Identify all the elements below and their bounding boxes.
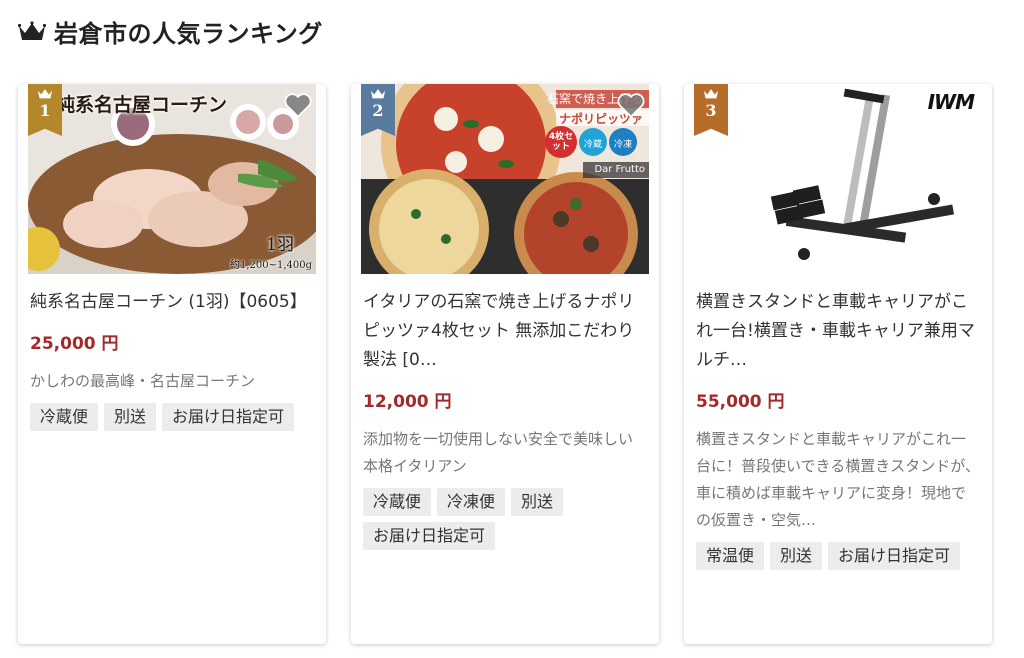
product-price: 55,000 円 [696,392,785,412]
tag-list: 冷蔵便 冷凍便 別送 お届け日指定可 [363,488,647,550]
tag-delivery-date: お届け日指定可 [162,403,295,431]
favorite-heart-icon[interactable] [617,92,645,122]
crown-icon [37,89,53,99]
tag-delivery-date: お届け日指定可 [828,542,961,570]
product-image-chicken[interactable]: 純系名古屋コーチン 1羽 約1,200~1,400g [28,84,316,274]
brand-logo: IWM [927,90,975,114]
rank-badge: 2 [361,84,395,136]
image-count: 1羽 [266,235,294,255]
crown-icon [18,20,46,43]
product-price: 12,000 円 [363,392,452,412]
tag-delivery-date: お届け日指定可 [363,522,496,550]
tag-separate-shipping: 別送 [104,403,157,431]
image-chilled-badge: 冷蔵 [583,140,602,150]
tag-chilled: 冷蔵便 [363,488,432,516]
product-title[interactable]: 純系名古屋コーチン (1羽)【0605】 [30,288,314,317]
tag-frozen: 冷凍便 [437,488,506,516]
product-title[interactable]: 横置きスタンドと車載キャリアがこれ一台!横置き・車載キャリア兼用マルチ… [696,288,980,375]
product-image-stand[interactable]: IWM [694,84,982,274]
rank-number: 1 [39,101,51,120]
ranking-card-3[interactable]: IWM 3 横置きスタンドと車載キャリアがこれ一台!横置き・車載キャリア兼用マル… [684,84,992,644]
tag-list: 常温便 別送 お届け日指定可 [696,542,980,570]
product-description: 横置きスタンドと車載キャリアがこれ一台に！普段使いできる横置きスタンドが、車に積… [696,430,980,529]
crown-icon [703,89,719,99]
image-brand: Dar Frutto [594,164,645,175]
image-weight: 約1,200~1,400g [229,260,312,271]
rank-badge: 1 [28,84,62,136]
tag-chilled: 冷蔵便 [30,403,99,431]
tag-separate-shipping: 別送 [770,542,823,570]
product-price: 25,000 円 [30,334,119,354]
section-title: 岩倉市の人気ランキング [54,20,323,48]
image-set-badge: 4枚セット [548,132,574,152]
tag-room-temp: 常温便 [696,542,765,570]
ranking-card-2[interactable]: 石窯で焼き上げる ナポリピッツァ 4枚セット 冷蔵 冷凍 Dar Frutto … [351,84,659,644]
ranking-list: 純系名古屋コーチン 1羽 約1,200~1,400g 1 純系名古屋コーチン (… [18,84,992,644]
product-image-pizza[interactable]: 石窯で焼き上げる ナポリピッツァ 4枚セット 冷蔵 冷凍 Dar Frutto [361,84,649,274]
section-heading: 岩倉市の人気ランキング [18,14,323,49]
image-frozen-badge: 冷凍 [613,140,632,150]
tag-list: 冷蔵便 別送 お届け日指定可 [30,403,314,431]
ranking-card-1[interactable]: 純系名古屋コーチン 1羽 約1,200~1,400g 1 純系名古屋コーチン (… [18,84,326,644]
product-title[interactable]: イタリアの石窯で焼き上げるナポリピッツァ4枚セット 無添加こだわり製法 [0… [363,288,647,375]
favorite-heart-icon[interactable] [284,92,312,122]
rank-number: 3 [705,101,717,120]
rank-number: 2 [372,101,384,120]
product-description: かしわの最高峰・名古屋コーチン [30,372,256,390]
tag-separate-shipping: 別送 [511,488,564,516]
image-headline: 純系名古屋コーチン [56,94,228,116]
rank-badge: 3 [694,84,728,136]
product-description: 添加物を一切使用しない安全で美味しい本格イタリアン [363,430,634,475]
crown-icon [370,89,386,99]
